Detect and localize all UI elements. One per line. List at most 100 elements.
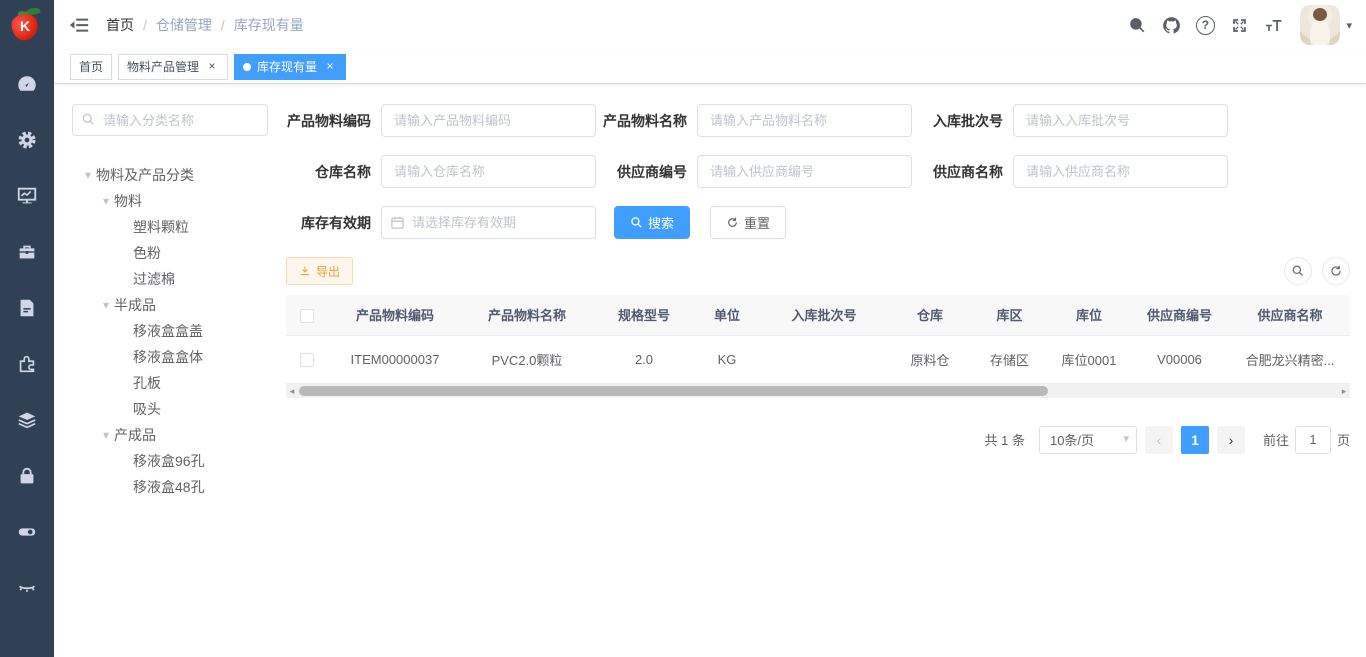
tab-close-icon[interactable]: × <box>323 60 337 74</box>
tree-node[interactable]: ▾物料及产品分类 <box>72 162 270 188</box>
page-content: ▾物料及产品分类 ▾物料 塑料颗粒 色粉 过滤棉 ▾半成品 移液盒盒盖 移液盒盒… <box>54 84 1366 657</box>
batch-no-input[interactable] <box>1013 104 1228 137</box>
main-column: 首页 / 仓储管理 / 库存现有量 ? <box>54 0 1366 657</box>
app-root: K 首页 / 仓储管理 / 库存现有量 <box>0 0 1366 657</box>
refresh-table-button[interactable] <box>1322 257 1350 285</box>
tree-node-label: 移液盒盒盖 <box>133 321 203 341</box>
tree-node-label: 半成品 <box>114 295 156 315</box>
tree-node[interactable]: ▾半成品 <box>72 292 270 318</box>
page-size-select[interactable]: 10条/页 ▾ <box>1039 426 1137 454</box>
warehouse-name-input[interactable] <box>381 155 596 188</box>
expiry-date-input[interactable] <box>381 206 596 239</box>
pagination: 共 1 条 10条/页 ▾ ‹ 1 › 前往 页 <box>286 426 1350 454</box>
page-number-button[interactable]: 1 <box>1181 426 1209 454</box>
help-icon[interactable]: ? <box>1193 13 1217 37</box>
tree-node[interactable]: 塑料颗粒 <box>72 214 270 240</box>
scrollbar-thumb[interactable] <box>299 386 1048 396</box>
next-page-button[interactable]: › <box>1217 426 1245 454</box>
strawberry-logo-icon: K <box>12 8 42 42</box>
tree-caret-icon[interactable]: ▾ <box>98 298 114 312</box>
tree-node-label: 吸头 <box>133 399 161 419</box>
tree-caret-icon[interactable]: ▾ <box>80 168 96 182</box>
font-size-icon[interactable] <box>1261 13 1285 37</box>
tree-node[interactable]: 过滤棉 <box>72 266 270 292</box>
col-storage-zone: 库区 <box>970 295 1049 335</box>
tree-node-label: 移液盒盒体 <box>133 347 203 367</box>
cell-item-code: ITEM00000037 <box>328 335 462 383</box>
select-all-checkbox[interactable] <box>300 309 314 323</box>
navbar-actions: ? ▾ <box>1120 5 1354 45</box>
tree-node[interactable]: 吸头 <box>72 396 270 422</box>
export-button[interactable]: 导出 <box>286 257 353 285</box>
field-label: 产品物料编码 <box>286 111 381 131</box>
fullscreen-icon[interactable] <box>1227 13 1251 37</box>
item-name-input[interactable] <box>697 104 912 137</box>
breadcrumb-separator: / <box>221 17 225 33</box>
cell-spec-model: 2.0 <box>592 335 696 383</box>
supplier-code-input[interactable] <box>697 155 912 188</box>
tree-node-label: 塑料颗粒 <box>133 217 189 237</box>
sidebar-collapse-icon[interactable] <box>68 14 90 36</box>
col-unit: 单位 <box>696 295 758 335</box>
tree-caret-icon[interactable]: ▾ <box>98 194 114 208</box>
eye-closed-icon[interactable] <box>16 577 38 599</box>
tab-home[interactable]: 首页 <box>70 54 112 80</box>
plugin-icon[interactable] <box>16 353 38 375</box>
user-avatar[interactable] <box>1300 5 1340 45</box>
document-icon[interactable] <box>16 297 38 319</box>
tree-search-input[interactable] <box>72 104 268 136</box>
reset-button[interactable]: 重置 <box>710 206 786 239</box>
tree-node-label: 物料 <box>114 191 142 211</box>
app-logo[interactable]: K <box>0 0 54 50</box>
monitor-chart-icon[interactable] <box>16 185 38 207</box>
breadcrumb-parent: 仓储管理 <box>156 15 212 35</box>
tab-close-icon[interactable]: × <box>205 60 219 74</box>
page-size-value: 10条/页 <box>1050 430 1094 449</box>
header-search-icon[interactable] <box>1125 13 1149 37</box>
dashboard-icon[interactable] <box>16 73 38 95</box>
supplier-name-input[interactable] <box>1013 155 1228 188</box>
tree-node[interactable]: ▾产成品 <box>72 422 270 448</box>
tree-node[interactable]: 移液盒盒盖 <box>72 318 270 344</box>
gear-icon[interactable] <box>16 129 38 151</box>
field-batch-no: 入库批次号 <box>918 104 1228 137</box>
layers-icon[interactable] <box>16 409 38 431</box>
user-menu-caret-icon[interactable]: ▾ <box>1346 19 1352 32</box>
sidebar-menu <box>16 56 38 616</box>
scroll-right-icon[interactable]: ▸ <box>1338 384 1350 398</box>
col-item-name: 产品物料名称 <box>462 295 592 335</box>
lock-icon[interactable] <box>16 465 38 487</box>
tree-node[interactable]: 孔板 <box>72 370 270 396</box>
tab-active-dot <box>243 63 251 71</box>
toggle-search-button[interactable] <box>1284 257 1312 285</box>
field-label: 仓库名称 <box>286 162 381 182</box>
col-item-code: 产品物料编码 <box>328 295 462 335</box>
table-row[interactable]: ITEM00000037 PVC2.0颗粒 2.0 KG 原料仓 存储区 库位0… <box>286 335 1350 383</box>
search-button-label: 搜索 <box>648 213 674 232</box>
prev-page-button[interactable]: ‹ <box>1145 426 1173 454</box>
tree-node[interactable]: 移液盒48孔 <box>72 474 270 500</box>
tree-node[interactable]: 移液盒96孔 <box>72 448 270 474</box>
goto-page-input[interactable] <box>1295 426 1331 454</box>
pagination-goto: 前往 页 <box>1263 426 1350 454</box>
field-label: 入库批次号 <box>918 111 1013 131</box>
tree-node[interactable]: ▾物料 <box>72 188 270 214</box>
github-icon[interactable] <box>1159 13 1183 37</box>
field-label: 产品物料名称 <box>602 111 697 131</box>
question-glyph: ? <box>1196 16 1215 35</box>
tab-inventory-onhand[interactable]: 库存现有量 × <box>234 54 346 80</box>
cell-storage-bin: 库位0001 <box>1049 335 1129 383</box>
tree-node[interactable]: 色粉 <box>72 240 270 266</box>
sidebar: K <box>0 0 54 657</box>
tree-caret-icon[interactable]: ▾ <box>98 428 114 442</box>
toggle-icon[interactable] <box>16 521 38 543</box>
search-button[interactable]: 搜索 <box>614 206 690 239</box>
tab-material-product[interactable]: 物料产品管理 × <box>118 54 228 80</box>
toolbox-icon[interactable] <box>16 241 38 263</box>
breadcrumb-home[interactable]: 首页 <box>106 15 134 35</box>
cell-batch-no <box>758 335 890 383</box>
row-checkbox[interactable] <box>300 353 314 367</box>
scroll-left-icon[interactable]: ◂ <box>286 384 298 398</box>
item-code-input[interactable] <box>381 104 596 137</box>
tree-node[interactable]: 移液盒盒体 <box>72 344 270 370</box>
